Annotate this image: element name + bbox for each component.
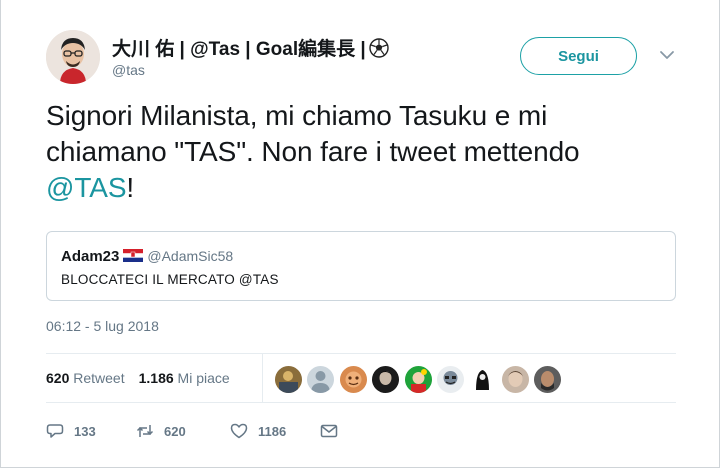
liker-avatar[interactable] (339, 366, 367, 393)
quoted-tweet[interactable]: Adam23 @AdamSic58 BLOCCATECI IL MERCATO @… (46, 231, 676, 301)
tweet-actions: 133 620 1186 (46, 420, 348, 442)
retweets-label: Retweet (73, 370, 125, 386)
author-handle[interactable]: @tas (112, 62, 145, 78)
user-avatar-icon (46, 30, 100, 84)
like-count: 1186 (258, 423, 287, 439)
tweet-text: Signori Milanista, mi chiamo Tasuku e mi… (46, 98, 686, 206)
likes-count: 1.186 (138, 370, 174, 386)
reply-icon (46, 424, 64, 438)
retweet-icon (136, 425, 154, 437)
tweet-text-line-2: chiamano "TAS". Non fare i tweet mettend… (46, 136, 580, 167)
divider-bottom (46, 402, 676, 403)
likes-stat[interactable]: 1.186 Mi piace (139, 370, 230, 386)
follow-button[interactable]: Segui (520, 37, 637, 75)
retweet-action[interactable]: 620 (136, 422, 230, 440)
envelope-icon (320, 424, 338, 438)
author-display-name[interactable]: 大川 佑 | @Tas | Goal編集長 | (112, 34, 389, 61)
soccer-ball-icon (369, 38, 389, 58)
reply-count: 133 (74, 423, 96, 439)
liker-avatars (275, 366, 567, 394)
liker-avatar[interactable] (307, 366, 335, 393)
quoted-tweet-text: BLOCCATECI IL MERCATO @TAS (61, 272, 279, 287)
retweets-stat[interactable]: 620 Retweet (46, 370, 125, 386)
liker-avatar[interactable] (469, 366, 497, 393)
tweet-text-end: ! (126, 172, 135, 203)
author-name-text: 大川 佑 | @Tas | Goal編集長 | (112, 39, 366, 60)
like-action[interactable]: 1186 (230, 422, 320, 440)
engagement-stats: 620 Retweet 1.186 Mi piace (46, 370, 230, 386)
quoted-tweet-header: Adam23 @AdamSic58 (61, 248, 233, 265)
liker-avatar[interactable] (275, 366, 302, 393)
direct-message-action[interactable] (320, 422, 348, 440)
heart-icon (230, 423, 248, 439)
liker-avatar[interactable] (501, 366, 529, 393)
author-avatar[interactable] (46, 30, 100, 84)
tweet-text-line-1: Signori Milanista, mi chiamo Tasuku e mi (46, 100, 548, 131)
liker-avatar[interactable] (404, 366, 432, 393)
quoted-author-name: Adam23 (61, 248, 120, 265)
quoted-author-handle: @AdamSic58 (147, 248, 234, 264)
tweet-timestamp[interactable]: 06:12 - 5 lug 2018 (46, 318, 159, 334)
liker-avatar[interactable] (436, 366, 464, 393)
likes-label: Mi piace (177, 370, 230, 386)
divider-top (46, 353, 676, 354)
chevron-down-icon[interactable] (658, 46, 676, 64)
croatia-flag-icon (123, 249, 144, 262)
liker-avatar[interactable] (534, 366, 562, 393)
reply-action[interactable]: 133 (46, 422, 136, 440)
mention-link[interactable]: @TAS (46, 172, 127, 203)
stats-separator (262, 353, 263, 402)
retweet-count: 620 (164, 423, 186, 439)
liker-avatar[interactable] (372, 366, 400, 393)
retweets-count: 620 (46, 370, 70, 386)
